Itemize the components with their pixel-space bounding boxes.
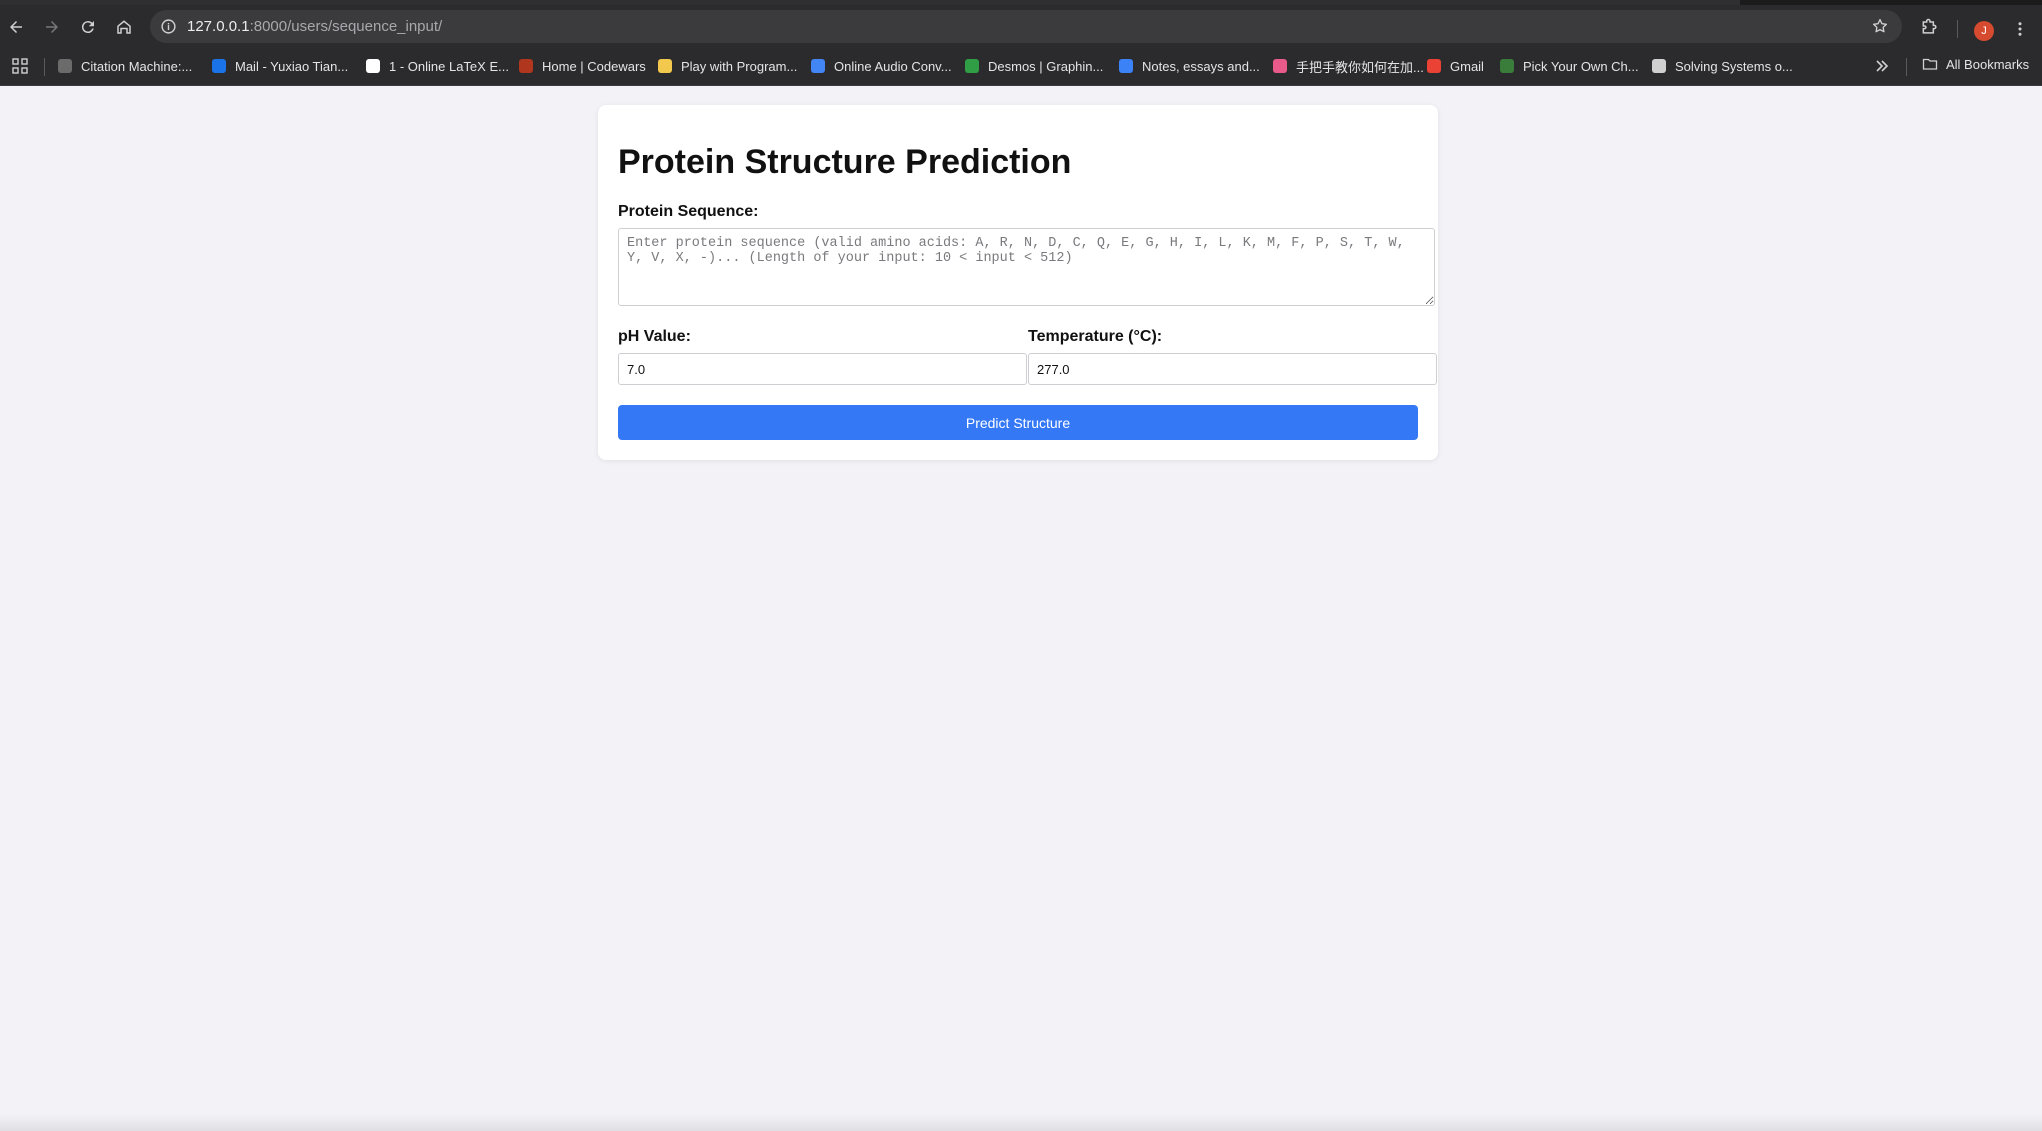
home-icon: [117, 20, 131, 34]
bookmark-label: 1 - Online LaTeX E...: [389, 58, 509, 74]
bookmark-item[interactable]: Desmos | Graphin...: [965, 56, 1103, 76]
bookmark-item[interactable]: Online Audio Conv...: [811, 56, 952, 76]
extensions-puzzle-icon[interactable]: [1920, 17, 1940, 37]
bookmarks-divider: [44, 58, 45, 76]
bookmark-label: Pick Your Own Ch...: [1523, 58, 1639, 74]
codewars-icon: [519, 59, 533, 73]
gmail-icon: [1427, 59, 1441, 73]
sequence-label: Protein Sequence:: [618, 203, 759, 220]
bookmark-item[interactable]: Citation Machine:...: [58, 56, 192, 76]
all-bookmarks-button[interactable]: All Bookmarks: [1922, 56, 2029, 72]
bookmark-label: Solving Systems o...: [1675, 58, 1793, 74]
window-bottom-edge: [0, 1114, 2042, 1131]
page-title: Protein Structure Prediction: [618, 143, 1072, 181]
forward-button[interactable]: [38, 13, 66, 41]
arrow-right-icon: [46, 21, 58, 33]
toolbar-divider: [1957, 20, 1958, 38]
bookmark-item[interactable]: Solving Systems o...: [1652, 56, 1793, 76]
browser-toolbar: 127.0.0.1:8000/users/sequence_input/ J: [0, 5, 2042, 48]
bookmark-label: Online Audio Conv...: [834, 58, 952, 74]
apps-grid-icon[interactable]: [12, 58, 28, 74]
folder-icon: [1922, 58, 1938, 70]
chevron-double-right-icon[interactable]: [1874, 58, 1890, 74]
ph-input[interactable]: [618, 353, 1027, 385]
predict-structure-button[interactable]: Predict Structure: [618, 405, 1418, 440]
bookmark-label: Desmos | Graphin...: [988, 58, 1104, 74]
bookmark-label: 手把手教你如何在加...: [1296, 59, 1424, 75]
outlook-icon: [212, 59, 226, 73]
bookmarks-divider: [1906, 58, 1907, 76]
site-info-icon[interactable]: [160, 18, 177, 35]
program-icon: [658, 59, 672, 73]
bookmark-item[interactable]: Notes, essays and...: [1119, 56, 1260, 76]
bookmark-label: Gmail: [1450, 58, 1484, 74]
bookmark-item[interactable]: Home | Codewars: [519, 56, 646, 76]
url-path: :8000/users/sequence_input/: [249, 18, 443, 35]
home-button[interactable]: [110, 13, 138, 41]
bookmark-item[interactable]: 手把手教你如何在加...: [1273, 56, 1424, 76]
overleaf-icon: [366, 59, 380, 73]
address-bar[interactable]: 127.0.0.1:8000/users/sequence_input/: [150, 10, 1902, 43]
arrow-left-icon: [10, 21, 22, 33]
sequence-textarea[interactable]: [618, 228, 1435, 306]
bookmark-item[interactable]: Pick Your Own Ch...: [1500, 56, 1639, 76]
bookmark-item[interactable]: Mail - Yuxiao Tian...: [212, 56, 348, 76]
bookmark-label: Mail - Yuxiao Tian...: [235, 58, 349, 74]
more-menu-icon[interactable]: [2011, 20, 2029, 38]
notes-icon: [1119, 59, 1133, 73]
url-text[interactable]: 127.0.0.1:8000/users/sequence_input/: [187, 18, 442, 35]
all-bookmarks-label: All Bookmarks: [1946, 56, 2030, 72]
reload-button[interactable]: [74, 13, 102, 41]
bookmark-item[interactable]: Gmail: [1427, 56, 1484, 76]
reload-icon: [81, 21, 94, 34]
bookmark-item[interactable]: Play with Program...: [658, 56, 797, 76]
profile-avatar[interactable]: J: [1974, 21, 1994, 41]
prediction-form-card: Protein Structure Prediction Protein Seq…: [598, 105, 1438, 460]
moon-icon: [1273, 59, 1287, 73]
bookmark-label: Play with Program...: [681, 58, 798, 74]
temperature-input[interactable]: [1028, 353, 1437, 385]
bookmark-label: Citation Machine:...: [81, 58, 193, 74]
temperature-label: Temperature (°C):: [1028, 328, 1163, 345]
bookmark-star-icon[interactable]: [1871, 17, 1889, 35]
back-button[interactable]: [2, 13, 30, 41]
pick-icon: [1500, 59, 1514, 73]
bookmark-label: Notes, essays and...: [1142, 58, 1260, 74]
solving-systems-icon: [1652, 59, 1666, 73]
url-host: 127.0.0.1: [187, 18, 250, 35]
bookmark-item[interactable]: 1 - Online LaTeX E...: [366, 56, 509, 76]
audio-converter-icon: [811, 59, 825, 73]
bookmarks-bar: Citation Machine:... Mail - Yuxiao Tian..…: [0, 48, 2042, 86]
bookmark-label: Home | Codewars: [542, 58, 646, 74]
desmos-icon: [965, 59, 979, 73]
ph-label: pH Value:: [618, 328, 691, 345]
citation-machine-icon: [58, 59, 72, 73]
